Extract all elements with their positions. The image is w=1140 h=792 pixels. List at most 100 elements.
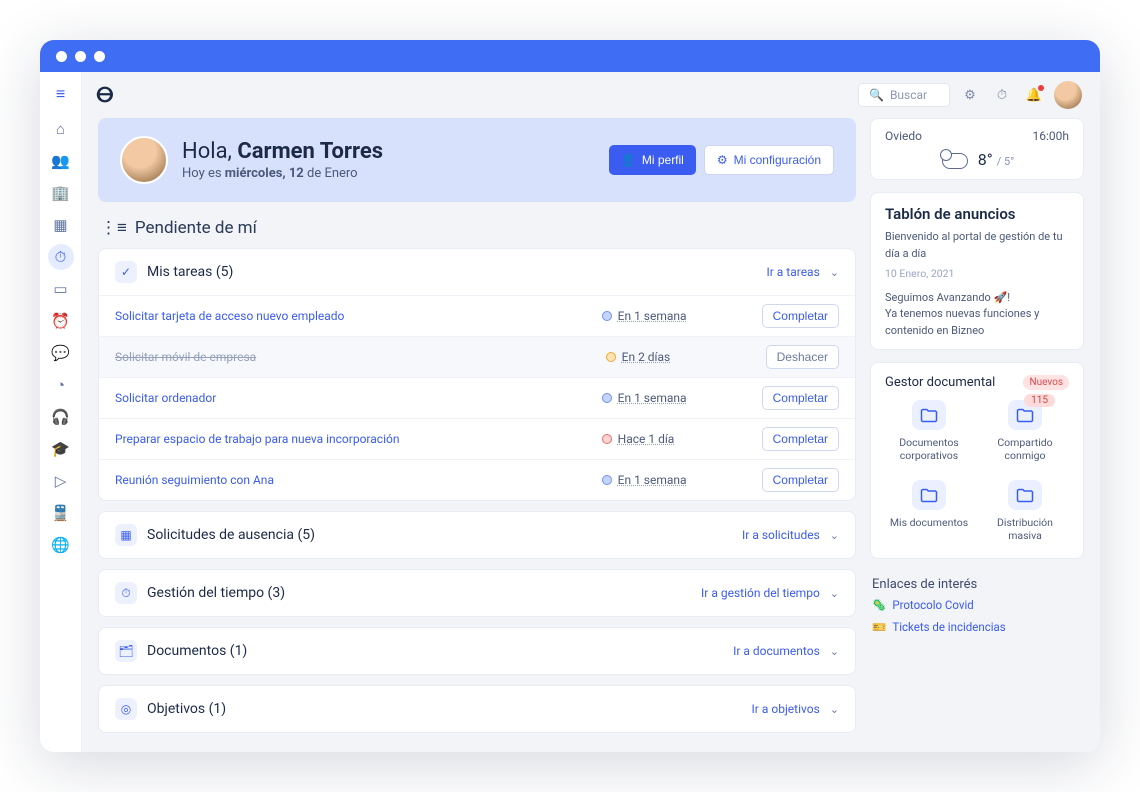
sidebar-item-alarm[interactable]: ⏰	[48, 308, 74, 334]
task-due: En 1 semana	[602, 473, 762, 487]
stopwatch-icon: ⏱	[115, 582, 137, 604]
task-row: Preparar espacio de trabajo para nueva i…	[99, 418, 855, 459]
gear-icon[interactable]: ⚙	[958, 83, 982, 107]
virus-icon: 🦠	[872, 598, 886, 612]
sidebar-item-team[interactable]: 👥	[48, 148, 74, 174]
task-action-button[interactable]: Deshacer	[766, 345, 839, 369]
folder-icon	[912, 480, 946, 510]
stopwatch-icon[interactable]: ⏱	[990, 83, 1014, 107]
task-due: Hace 1 día	[602, 432, 762, 446]
greeting-prefix: Hola,	[182, 139, 237, 164]
traffic-dot	[94, 51, 105, 62]
ticket-icon: 🎫	[872, 620, 886, 634]
my-config-button[interactable]: ⚙Mi configuración	[704, 145, 834, 175]
announce-body: Bienvenido al portal de gestión de tu dí…	[885, 229, 1069, 262]
sidebar-item-org[interactable]: 🏢	[48, 180, 74, 206]
sidebar-item-card[interactable]: ▭	[48, 276, 74, 302]
sidebar-item-chat[interactable]: 💬	[48, 340, 74, 366]
task-due: En 1 semana	[602, 309, 762, 323]
user-icon: 👤	[621, 153, 636, 167]
task-row: Reunión seguimiento con AnaEn 1 semanaCo…	[99, 459, 855, 500]
traffic-dot	[56, 51, 67, 62]
weather-time: 16:00h	[1033, 129, 1070, 143]
sidebar-item-train[interactable]: 🚆	[48, 500, 74, 526]
documents-card[interactable]: 🗂 Documentos (1) Ir a documentos ⌄	[98, 627, 856, 675]
goals-card[interactable]: ◎ Objetivos (1) Ir a objetivos ⌄	[98, 685, 856, 733]
task-action-button[interactable]: Completar	[762, 427, 839, 451]
task-name[interactable]: Solicitar móvil de empresa	[115, 350, 606, 364]
search-icon: 🔍	[869, 88, 884, 102]
tasks-link[interactable]: Ir a tareas	[766, 265, 819, 279]
task-name[interactable]: Reunión seguimiento con Ana	[115, 473, 602, 487]
sidebar-item-support[interactable]: 🎧	[48, 404, 74, 430]
task-name[interactable]: Solicitar ordenador	[115, 391, 602, 405]
my-profile-button[interactable]: 👤Mi perfil	[609, 145, 696, 175]
doc-folder[interactable]: Distribución masiva	[981, 480, 1069, 542]
hero-banner: Hola, Carmen Torres Hoy es miércoles, 12…	[98, 118, 856, 202]
task-action-button[interactable]: Completar	[762, 304, 839, 328]
status-dot	[606, 352, 616, 362]
task-row: Solicitar ordenadorEn 1 semanaCompletar	[99, 377, 855, 418]
user-name: Carmen Torres	[237, 139, 383, 164]
bell-icon[interactable]: 🔔	[1022, 83, 1046, 107]
target-icon: ◎	[115, 698, 137, 720]
documents-link[interactable]: Ir a documentos	[733, 644, 820, 658]
pending-title: ⋮≡ Pendiente de mí	[100, 218, 854, 238]
link-covid[interactable]: 🦠Protocolo Covid	[870, 594, 1084, 616]
announce-title: Tablón de anuncios	[871, 193, 1083, 229]
avatar[interactable]	[1054, 81, 1082, 109]
chevron-down-icon[interactable]: ⌄	[830, 703, 839, 716]
check-icon: ✓	[115, 261, 137, 283]
absence-link[interactable]: Ir a solicitudes	[742, 528, 820, 542]
absence-card[interactable]: ▦ Solicitudes de ausencia (5) Ir a solic…	[98, 511, 856, 559]
links-section: Enlaces de interés 🦠Protocolo Covid 🎫Tic…	[870, 571, 1084, 638]
link-tickets[interactable]: 🎫Tickets de incidencias	[870, 616, 1084, 638]
task-name[interactable]: Solicitar tarjeta de acceso nuevo emplea…	[115, 309, 602, 323]
search-input[interactable]: 🔍 Buscar	[858, 83, 950, 107]
count-badge: 115	[1024, 394, 1055, 407]
announce-body: Por temas de restricciones de circulació…	[885, 347, 1069, 349]
time-link[interactable]: Ir a gestión del tiempo	[701, 586, 820, 600]
status-dot	[602, 393, 612, 403]
topbar: ⴱ 🔍 Buscar ⚙ ⏱ 🔔	[82, 72, 1100, 118]
doc-folder[interactable]: 115Compartido conmigo	[981, 400, 1069, 462]
time-card[interactable]: ⏱ Gestión del tiempo (3) Ir a gestión de…	[98, 569, 856, 617]
tasks-title: Mis tareas (5)	[147, 264, 233, 280]
gear-icon: ⚙	[717, 153, 728, 167]
tasks-card: ✓ Mis tareas (5) Ir a tareas ⌄ Solicitar…	[98, 248, 856, 501]
task-action-button[interactable]: Completar	[762, 468, 839, 492]
window-titlebar	[40, 40, 1100, 72]
sidebar-item-chart[interactable]: ◔	[48, 372, 74, 398]
weather-icon	[940, 149, 968, 169]
chevron-down-icon[interactable]: ⌄	[830, 645, 839, 658]
announcements-card: Tablón de anuncios Bienvenido al portal …	[870, 192, 1084, 350]
links-title: Enlaces de interés	[872, 577, 1082, 592]
chevron-down-icon[interactable]: ⌄	[830, 266, 839, 279]
weather-card: Oviedo 16:00h 8° / 5°	[870, 118, 1084, 180]
sidebar-item-video[interactable]: ▷	[48, 468, 74, 494]
task-action-button[interactable]: Completar	[762, 386, 839, 410]
absence-title: Solicitudes de ausencia (5)	[147, 527, 315, 543]
sidebar-item-calendar[interactable]: ▦	[48, 212, 74, 238]
chevron-down-icon[interactable]: ⌄	[830, 529, 839, 542]
goals-link[interactable]: Ir a objetivos	[752, 702, 820, 716]
doc-folder[interactable]: Mis documentos	[885, 480, 973, 542]
task-name[interactable]: Preparar espacio de trabajo para nueva i…	[115, 432, 602, 446]
doc-folder[interactable]: Documentos corporativos	[885, 400, 973, 462]
menu-icon[interactable]: ≡	[56, 80, 65, 110]
sidebar-item-time[interactable]: ⏱	[48, 244, 74, 270]
task-row: Solicitar móvil de empresaEn 2 díasDesha…	[99, 336, 855, 377]
list-icon: ⋮≡	[100, 218, 127, 238]
sidebar-item-home[interactable]: ⌂	[48, 116, 74, 142]
status-dot	[602, 311, 612, 321]
search-placeholder: Buscar	[890, 88, 927, 102]
sidebar-item-learn[interactable]: 🎓	[48, 436, 74, 462]
new-badge: Nuevos	[1023, 375, 1069, 390]
sidebar-item-globe[interactable]: 🌐	[48, 532, 74, 558]
notification-dot	[1038, 85, 1044, 91]
status-dot	[602, 434, 612, 444]
chevron-down-icon[interactable]: ⌄	[830, 587, 839, 600]
announce-body: Seguimos Avanzando 🚀!	[885, 290, 1069, 307]
traffic-dot	[75, 51, 86, 62]
announce-body: Ya tenemos nuevas funciones y contenido …	[885, 306, 1069, 339]
